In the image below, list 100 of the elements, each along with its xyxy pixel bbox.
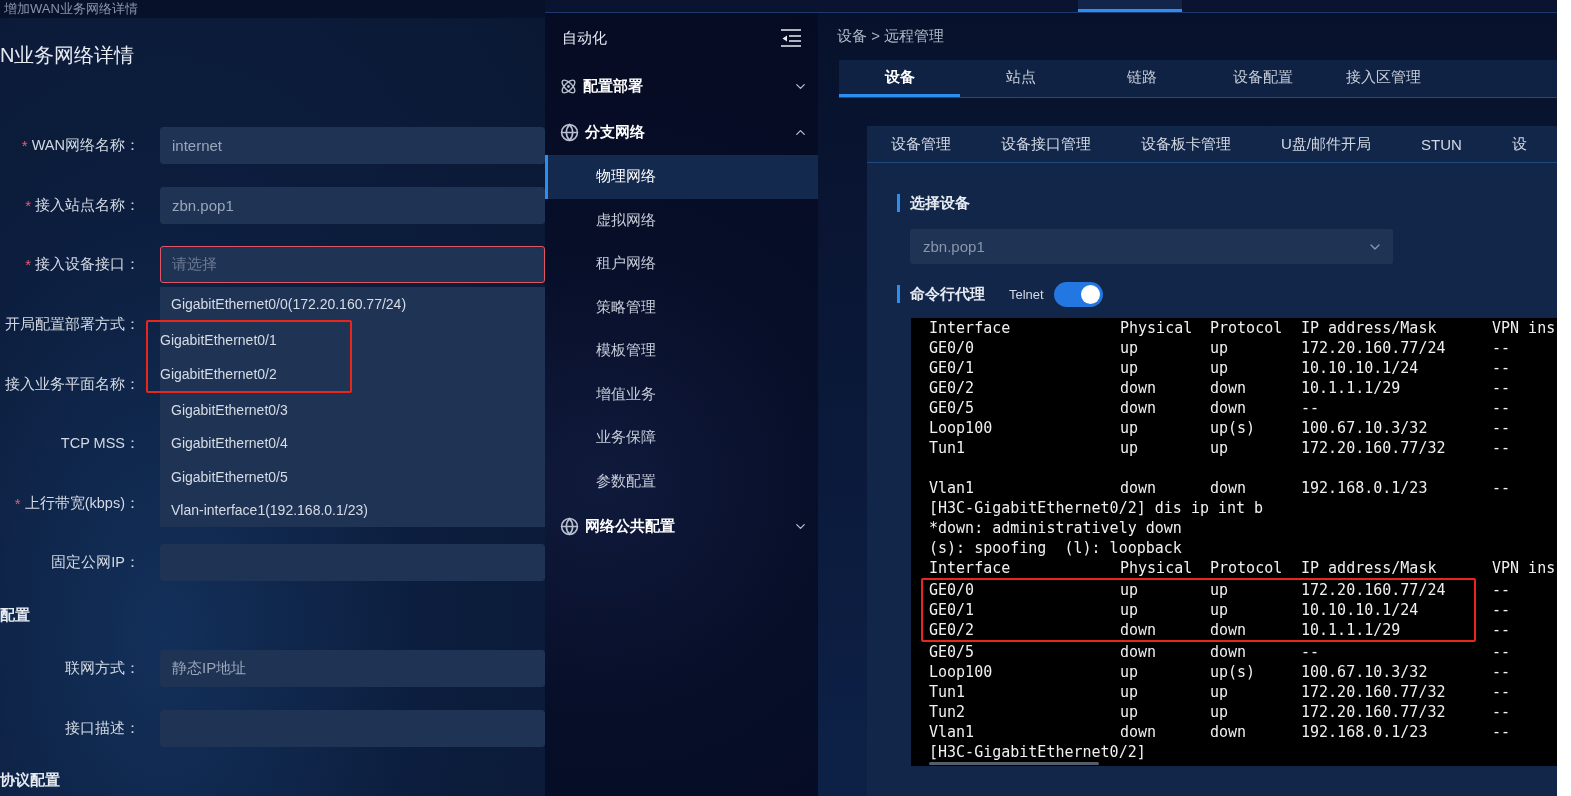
field-label: 接入业务平面名称： xyxy=(5,374,140,394)
terminal-text: Tun1 xyxy=(929,438,967,458)
scrollbar-thumb[interactable] xyxy=(929,762,1099,765)
input-field[interactable]: internet xyxy=(160,127,545,165)
menu-item[interactable]: 参数配置 xyxy=(545,459,818,503)
terminal-text: GE0/0 xyxy=(929,338,976,358)
terminal-text: GE0/2 xyxy=(929,620,976,640)
terminal-text: Physical xyxy=(1120,558,1194,578)
terminal-text: up xyxy=(1210,438,1230,458)
terminal-text: -- xyxy=(1492,722,1512,742)
terminal-text: VPN ins xyxy=(1492,318,1557,338)
terminal-text: down xyxy=(1210,398,1248,418)
sub-tab[interactable]: 设备接口管理 xyxy=(1001,134,1091,154)
terminal-text: 192.168.0.1/23 xyxy=(1301,722,1429,742)
menu-item[interactable]: 租户网络 xyxy=(545,242,818,286)
terminal-text: down xyxy=(1120,722,1158,742)
menu-item[interactable]: 虚拟网络 xyxy=(545,198,818,242)
terminal-text: -- xyxy=(1492,702,1512,722)
terminal-text: 100.67.10.3/32 xyxy=(1301,418,1429,438)
terminal-text: [H3C-GigabitEthernet0/2] xyxy=(929,742,1147,762)
terminal-text: -- xyxy=(1492,682,1512,702)
terminal-text: GE0/1 xyxy=(929,358,976,378)
menu-group[interactable]: 分支网络 xyxy=(545,109,818,155)
terminal-text: up xyxy=(1120,358,1140,378)
menu-item[interactable]: 模板管理 xyxy=(545,329,818,373)
dropdown-option[interactable]: GigabitEthernet0/0(172.20.160.77/24) xyxy=(160,287,545,321)
terminal-text: 172.20.160.77/24 xyxy=(1301,580,1447,600)
terminal-text: down xyxy=(1210,478,1248,498)
terminal-text: Loop100 xyxy=(929,662,994,682)
menu-group[interactable]: 网络公共配置 xyxy=(545,503,818,549)
section-title: 选择设备 xyxy=(910,193,970,213)
sub-tab[interactable]: 设备板卡管理 xyxy=(1141,134,1231,154)
globe-icon xyxy=(560,122,579,142)
terminal-text: up xyxy=(1210,600,1230,620)
menu-item[interactable]: 物理网络 xyxy=(545,155,818,199)
terminal-text: 172.20.160.77/32 xyxy=(1301,682,1447,702)
terminal-text: down xyxy=(1210,642,1248,662)
device-select[interactable]: zbn.pop1 xyxy=(910,229,1393,264)
terminal-text: up xyxy=(1120,600,1140,620)
menu-item[interactable]: 业务保障 xyxy=(545,416,818,460)
terminal-text: up xyxy=(1210,702,1230,722)
dropdown-option[interactable]: Vlan-interface1(192.168.0.1/23) xyxy=(160,493,545,527)
terminal-text: up xyxy=(1210,338,1230,358)
terminal-text: 10.10.10.1/24 xyxy=(1301,358,1420,378)
terminal-text: 172.20.160.77/32 xyxy=(1301,438,1447,458)
terminal-text: up(s) xyxy=(1210,662,1257,682)
required-mark: * xyxy=(25,196,31,214)
terminal-text: GE0/2 xyxy=(929,378,976,398)
terminal-text: -- xyxy=(1492,438,1512,458)
terminal-text: up xyxy=(1210,358,1230,378)
dropdown-option[interactable]: GigabitEthernet0/4 xyxy=(160,426,545,461)
globe-icon xyxy=(560,516,579,536)
terminal-text: down xyxy=(1120,642,1158,662)
terminal-text: -- xyxy=(1492,338,1512,358)
field-label: 上行带宽(kbps)： xyxy=(24,493,140,513)
input-field[interactable]: 静态IP地址 xyxy=(160,650,545,688)
tab[interactable]: 设备 xyxy=(839,60,960,97)
page-heading: N业务网络详情 xyxy=(0,43,136,68)
field-label: 接口描述： xyxy=(65,718,140,738)
terminal-text: Protocol xyxy=(1210,318,1284,338)
input-field[interactable] xyxy=(160,544,545,582)
terminal-text: Tun2 xyxy=(929,702,967,722)
terminal-text: up xyxy=(1120,338,1140,358)
terminal-text: GE0/5 xyxy=(929,642,976,662)
dropdown-option[interactable]: GigabitEthernet0/5 xyxy=(160,460,545,494)
menu-item[interactable]: 增值业务 xyxy=(545,372,818,416)
sub-tab[interactable]: U盘/邮件开局 xyxy=(1281,134,1371,154)
terminal-text: up xyxy=(1120,702,1140,722)
toggle-switch[interactable] xyxy=(1053,281,1103,307)
sub-tab[interactable]: 设 xyxy=(1511,134,1527,154)
menu-collapse-icon[interactable] xyxy=(780,28,802,48)
dropdown-option[interactable]: GigabitEthernet0/3 xyxy=(160,393,545,427)
tab[interactable]: 站点 xyxy=(960,60,1081,97)
sub-tab[interactable]: STUN xyxy=(1421,135,1462,153)
terminal-text: GE0/5 xyxy=(929,398,976,418)
terminal-text: Vlan1 xyxy=(929,478,976,498)
menu-group[interactable]: 配置部署 xyxy=(545,63,818,109)
required-mark: * xyxy=(14,494,21,512)
terminal-text: -- xyxy=(1492,600,1512,620)
terminal-text: GE0/1 xyxy=(929,600,976,620)
terminal-text: -- xyxy=(1492,580,1512,600)
terminal-text: down xyxy=(1120,398,1158,418)
tab[interactable]: 设备配置 xyxy=(1202,60,1323,97)
terminal-text: 192.168.0.1/23 xyxy=(1301,478,1429,498)
menu-item[interactable]: 策略管理 xyxy=(545,285,818,329)
input-field[interactable]: zbn.pop1 xyxy=(160,186,545,224)
tab[interactable]: 链路 xyxy=(1081,60,1202,97)
terminal-text: -- xyxy=(1492,620,1512,640)
switch-label: Telnet xyxy=(1009,286,1044,302)
section-title: 配置 xyxy=(0,606,30,626)
dropdown-option[interactable]: GigabitEthernet0/1 xyxy=(160,322,350,357)
tab[interactable]: 接入区管理 xyxy=(1323,60,1444,97)
field-label: 接入设备接口： xyxy=(35,255,140,275)
dropdown-option[interactable]: GigabitEthernet0/2 xyxy=(160,356,350,392)
terminal-text: -- xyxy=(1492,418,1512,438)
terminal-text: -- xyxy=(1492,358,1512,378)
sub-tab[interactable]: 设备管理 xyxy=(891,134,951,154)
input-field[interactable] xyxy=(160,709,545,747)
terminal-console[interactable] xyxy=(911,318,1557,766)
field-label: 联网方式： xyxy=(65,659,140,679)
